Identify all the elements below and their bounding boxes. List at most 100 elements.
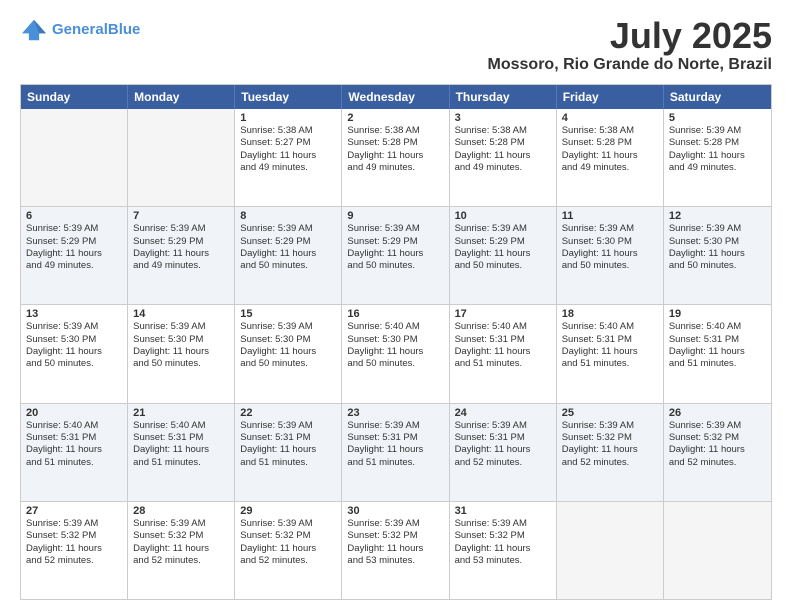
day-number: 31 — [455, 505, 551, 517]
cell-line: Daylight: 11 hours — [562, 150, 658, 162]
cell-line: Sunrise: 5:39 AM — [133, 518, 229, 530]
cell-line: and 53 minutes. — [347, 555, 443, 567]
day-number: 21 — [133, 407, 229, 419]
day-9: 9Sunrise: 5:39 AMSunset: 5:29 PMDaylight… — [342, 207, 449, 304]
calendar-row-3: 13Sunrise: 5:39 AMSunset: 5:30 PMDayligh… — [21, 304, 771, 402]
cell-line: Daylight: 11 hours — [347, 248, 443, 260]
cell-line: Daylight: 11 hours — [347, 150, 443, 162]
day-number: 10 — [455, 210, 551, 222]
cell-line: and 51 minutes. — [240, 457, 336, 469]
cell-line: Daylight: 11 hours — [562, 248, 658, 260]
cell-line: and 52 minutes. — [455, 457, 551, 469]
day-28: 28Sunrise: 5:39 AMSunset: 5:32 PMDayligh… — [128, 502, 235, 599]
cell-line: Sunrise: 5:39 AM — [133, 321, 229, 333]
logo: GeneralBlue — [20, 18, 140, 42]
day-number: 6 — [26, 210, 122, 222]
cell-line: Daylight: 11 hours — [240, 346, 336, 358]
day-16: 16Sunrise: 5:40 AMSunset: 5:30 PMDayligh… — [342, 305, 449, 402]
day-22: 22Sunrise: 5:39 AMSunset: 5:31 PMDayligh… — [235, 404, 342, 501]
cell-line: and 50 minutes. — [133, 358, 229, 370]
day-7: 7Sunrise: 5:39 AMSunset: 5:29 PMDaylight… — [128, 207, 235, 304]
day-21: 21Sunrise: 5:40 AMSunset: 5:31 PMDayligh… — [128, 404, 235, 501]
cell-line: and 51 minutes. — [562, 358, 658, 370]
day-25: 25Sunrise: 5:39 AMSunset: 5:32 PMDayligh… — [557, 404, 664, 501]
cell-line: and 49 minutes. — [26, 260, 122, 272]
cell-line: Sunset: 5:28 PM — [562, 137, 658, 149]
day-14: 14Sunrise: 5:39 AMSunset: 5:30 PMDayligh… — [128, 305, 235, 402]
day-number: 20 — [26, 407, 122, 419]
cell-line: and 50 minutes. — [669, 260, 766, 272]
location-title: Mossoro, Rio Grande do Norte, Brazil — [488, 56, 772, 74]
cell-line: and 52 minutes. — [133, 555, 229, 567]
cell-line: Daylight: 11 hours — [240, 543, 336, 555]
empty-cell — [664, 502, 771, 599]
cell-line: and 50 minutes. — [26, 358, 122, 370]
cell-line: Daylight: 11 hours — [455, 444, 551, 456]
day-number: 25 — [562, 407, 658, 419]
cell-line: Sunset: 5:29 PM — [455, 236, 551, 248]
cell-line: Daylight: 11 hours — [240, 150, 336, 162]
cell-line: Sunset: 5:31 PM — [669, 334, 766, 346]
cell-line: Sunrise: 5:39 AM — [562, 223, 658, 235]
cell-line: Daylight: 11 hours — [455, 543, 551, 555]
cell-line: and 51 minutes. — [347, 457, 443, 469]
cell-line: and 50 minutes. — [562, 260, 658, 272]
day-number: 17 — [455, 308, 551, 320]
day-17: 17Sunrise: 5:40 AMSunset: 5:31 PMDayligh… — [450, 305, 557, 402]
cell-line: Sunrise: 5:40 AM — [347, 321, 443, 333]
header-saturday: Saturday — [664, 85, 771, 109]
cell-line: Daylight: 11 hours — [669, 248, 766, 260]
day-number: 9 — [347, 210, 443, 222]
day-8: 8Sunrise: 5:39 AMSunset: 5:29 PMDaylight… — [235, 207, 342, 304]
day-20: 20Sunrise: 5:40 AMSunset: 5:31 PMDayligh… — [21, 404, 128, 501]
day-5: 5Sunrise: 5:39 AMSunset: 5:28 PMDaylight… — [664, 109, 771, 206]
cell-line: Sunrise: 5:39 AM — [133, 223, 229, 235]
cell-line: Sunset: 5:30 PM — [562, 236, 658, 248]
cell-line: and 49 minutes. — [669, 162, 766, 174]
cell-line: and 49 minutes. — [562, 162, 658, 174]
cell-line: Daylight: 11 hours — [347, 543, 443, 555]
cell-line: Sunrise: 5:39 AM — [669, 223, 766, 235]
day-number: 13 — [26, 308, 122, 320]
cell-line: Sunrise: 5:39 AM — [26, 321, 122, 333]
cell-line: Sunset: 5:32 PM — [133, 530, 229, 542]
day-number: 18 — [562, 308, 658, 320]
cell-line: Sunrise: 5:39 AM — [455, 420, 551, 432]
cell-line: Daylight: 11 hours — [455, 346, 551, 358]
day-number: 23 — [347, 407, 443, 419]
cell-line: and 49 minutes. — [455, 162, 551, 174]
header-friday: Friday — [557, 85, 664, 109]
cell-line: Daylight: 11 hours — [26, 248, 122, 260]
day-number: 11 — [562, 210, 658, 222]
cell-line: Daylight: 11 hours — [455, 248, 551, 260]
day-27: 27Sunrise: 5:39 AMSunset: 5:32 PMDayligh… — [21, 502, 128, 599]
day-31: 31Sunrise: 5:39 AMSunset: 5:32 PMDayligh… — [450, 502, 557, 599]
day-number: 16 — [347, 308, 443, 320]
cell-line: and 49 minutes. — [133, 260, 229, 272]
cell-line: and 52 minutes. — [669, 457, 766, 469]
cell-line: Sunrise: 5:39 AM — [240, 223, 336, 235]
cell-line: Sunset: 5:32 PM — [669, 432, 766, 444]
cell-line: and 50 minutes. — [240, 358, 336, 370]
cell-line: Sunset: 5:28 PM — [669, 137, 766, 149]
header-wednesday: Wednesday — [342, 85, 449, 109]
cell-line: Sunset: 5:31 PM — [347, 432, 443, 444]
day-number: 28 — [133, 505, 229, 517]
cell-line: Sunrise: 5:39 AM — [455, 518, 551, 530]
day-number: 19 — [669, 308, 766, 320]
cell-line: and 51 minutes. — [26, 457, 122, 469]
cell-line: Daylight: 11 hours — [347, 444, 443, 456]
day-29: 29Sunrise: 5:39 AMSunset: 5:32 PMDayligh… — [235, 502, 342, 599]
day-15: 15Sunrise: 5:39 AMSunset: 5:30 PMDayligh… — [235, 305, 342, 402]
cell-line: Sunset: 5:27 PM — [240, 137, 336, 149]
cell-line: and 52 minutes. — [26, 555, 122, 567]
cell-line: and 50 minutes. — [347, 358, 443, 370]
cell-line: Sunset: 5:32 PM — [347, 530, 443, 542]
cell-line: Sunrise: 5:39 AM — [240, 518, 336, 530]
cell-line: Sunset: 5:31 PM — [455, 432, 551, 444]
day-number: 1 — [240, 112, 336, 124]
cell-line: Sunrise: 5:40 AM — [562, 321, 658, 333]
cell-line: Daylight: 11 hours — [669, 150, 766, 162]
cell-line: Daylight: 11 hours — [669, 444, 766, 456]
day-number: 15 — [240, 308, 336, 320]
